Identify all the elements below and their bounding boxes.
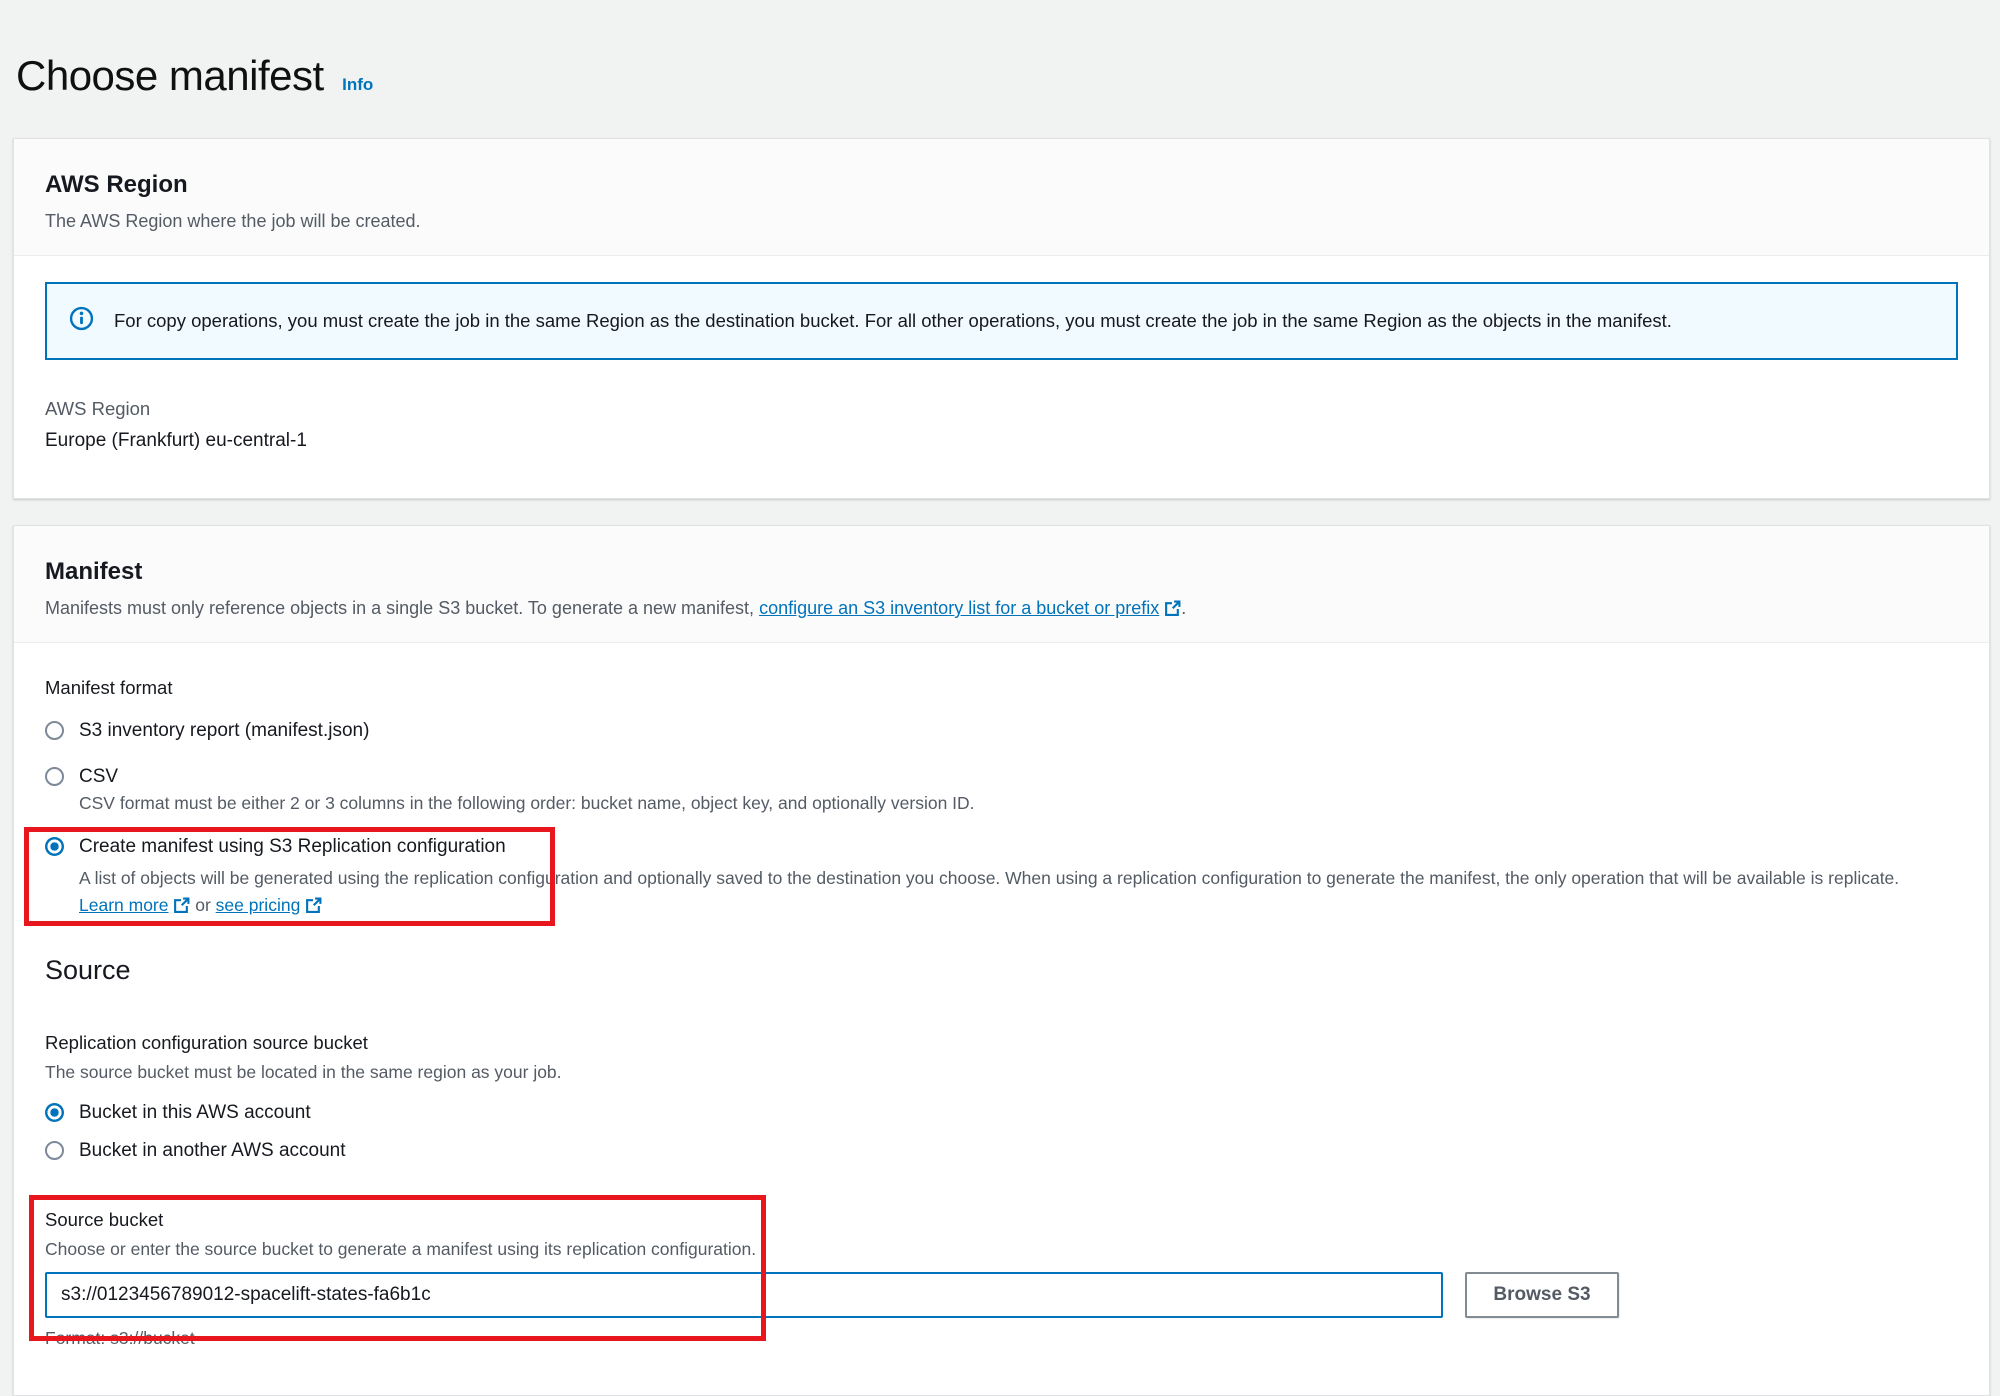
region-info-alert-text: For copy operations, you must create the… — [114, 310, 1672, 332]
source-bucket-description: Choose or enter the source bucket to gen… — [45, 1239, 1958, 1260]
aws-region-field-value: Europe (Frankfurt) eu-central-1 — [45, 430, 1958, 452]
link-separator-text: or — [190, 895, 215, 915]
learn-more-link[interactable]: Learn more — [79, 895, 169, 915]
radio-option-label: Create manifest using S3 Replication con… — [79, 835, 506, 859]
manifest-card-header: Manifest Manifests must only reference o… — [14, 526, 1989, 643]
source-section-heading: Source — [45, 955, 1958, 986]
external-link-icon — [305, 897, 322, 914]
manifest-card-body: Manifest format S3 inventory report (man… — [14, 643, 1989, 1395]
page-header: Choose manifest Info — [16, 52, 1984, 100]
external-link-icon — [1164, 600, 1181, 617]
info-circle-icon — [69, 306, 94, 336]
radio-option-replication-config[interactable]: Create manifest using S3 Replication con… — [45, 835, 1958, 859]
aws-region-card-title: AWS Region — [45, 171, 1958, 199]
source-bucket-input[interactable] — [45, 1272, 1443, 1318]
replication-description-text: A list of objects will be generated usin… — [79, 868, 1899, 888]
replication-option-description: A list of objects will be generated usin… — [79, 865, 1927, 919]
manifest-format-label: Manifest format — [45, 677, 1958, 699]
radio-option-csv[interactable]: CSV — [45, 765, 1958, 789]
configure-inventory-link[interactable]: configure an S3 inventory list for a buc… — [759, 598, 1159, 618]
source-bucket-field-block: Source bucket Choose or enter the source… — [45, 1209, 1958, 1349]
source-bucket-format-hint: Format: s3://bucket — [45, 1328, 1958, 1349]
source-bucket-label: Source bucket — [45, 1209, 1958, 1231]
radio-option-label: Bucket in this AWS account — [79, 1101, 311, 1125]
account-radio-group: Bucket in this AWS account Bucket in ano… — [45, 1101, 1958, 1163]
replication-option-block: Create manifest using S3 Replication con… — [45, 835, 1958, 919]
radio-icon[interactable] — [45, 1141, 64, 1160]
manifest-description-text: Manifests must only reference objects in… — [45, 598, 759, 618]
radio-selected-icon[interactable] — [45, 1103, 64, 1122]
aws-region-card-header: AWS Region The AWS Region where the job … — [14, 139, 1989, 256]
info-link[interactable]: Info — [342, 75, 373, 94]
aws-region-card-body: For copy operations, you must create the… — [14, 256, 1989, 498]
radio-option-label: S3 inventory report (manifest.json) — [79, 719, 369, 743]
radio-option-bucket-another-account[interactable]: Bucket in another AWS account — [45, 1139, 1958, 1163]
manifest-card: Manifest Manifests must only reference o… — [13, 525, 1990, 1396]
replication-source-bucket-description: The source bucket must be located in the… — [45, 1062, 1958, 1083]
page-title: Choose manifest — [16, 52, 324, 99]
radio-option-label: Bucket in another AWS account — [79, 1139, 346, 1163]
replication-source-bucket-label: Replication configuration source bucket — [45, 1032, 1958, 1054]
region-info-alert: For copy operations, you must create the… — [45, 282, 1958, 360]
manifest-card-description: Manifests must only reference objects in… — [45, 598, 1958, 618]
radio-icon[interactable] — [45, 721, 64, 740]
aws-region-card: AWS Region The AWS Region where the job … — [13, 138, 1990, 499]
csv-option-description: CSV format must be either 2 or 3 columns… — [79, 791, 1958, 815]
manifest-card-title: Manifest — [45, 558, 1958, 586]
source-bucket-input-row: Browse S3 — [45, 1272, 1958, 1318]
radio-selected-icon[interactable] — [45, 837, 64, 856]
browse-s3-button[interactable]: Browse S3 — [1465, 1272, 1619, 1318]
see-pricing-link[interactable]: see pricing — [216, 895, 301, 915]
aws-region-card-description: The AWS Region where the job will be cre… — [45, 211, 1958, 231]
radio-icon[interactable] — [45, 767, 64, 786]
manifest-description-period: . — [1181, 598, 1186, 618]
radio-option-label: CSV — [79, 765, 118, 789]
aws-region-field-label: AWS Region — [45, 398, 1958, 420]
external-link-icon — [173, 897, 190, 914]
radio-option-bucket-this-account[interactable]: Bucket in this AWS account — [45, 1101, 1958, 1125]
radio-option-inventory-report[interactable]: S3 inventory report (manifest.json) — [45, 719, 1958, 743]
